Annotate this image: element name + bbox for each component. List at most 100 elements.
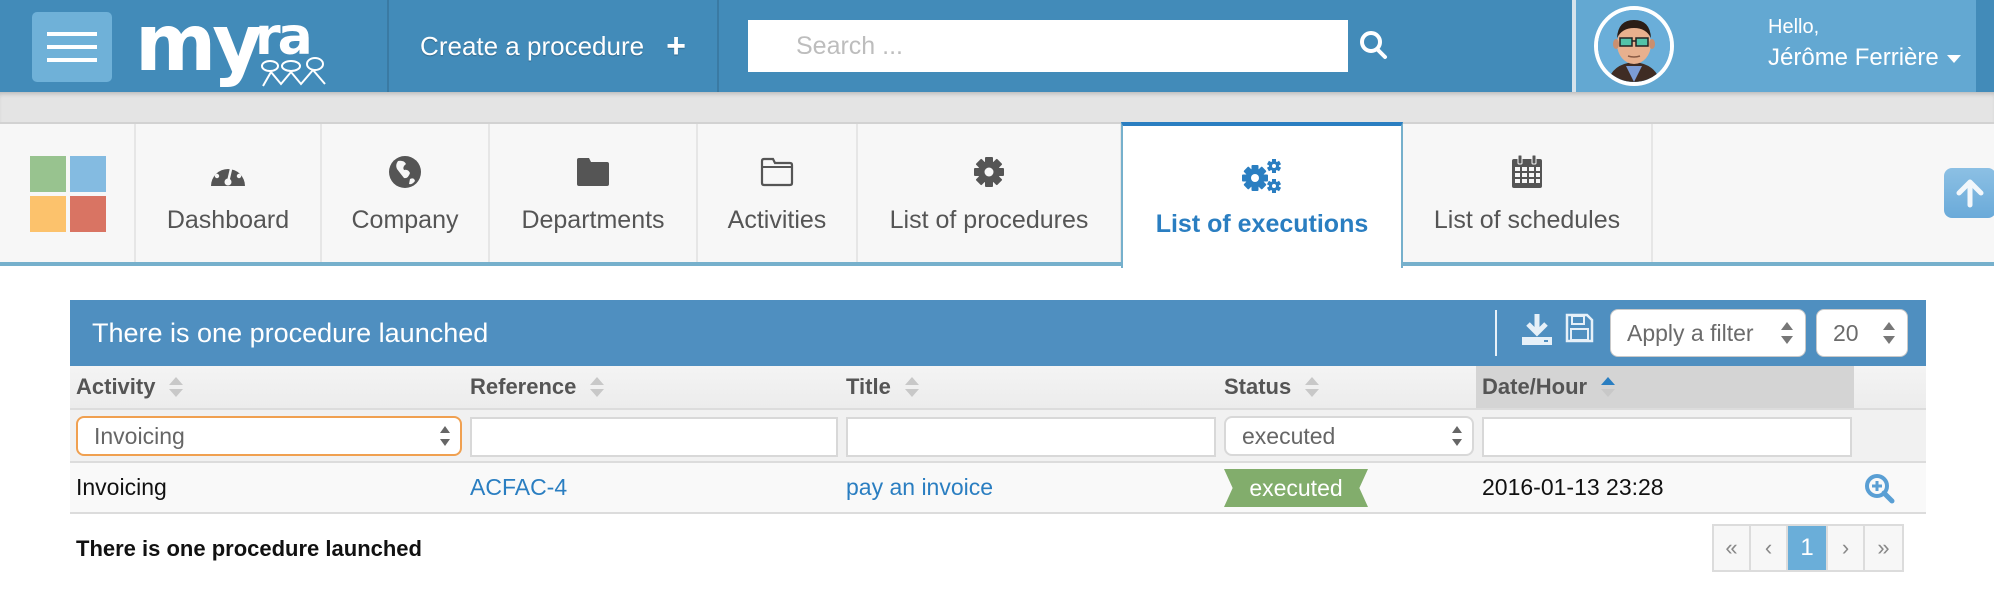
search-button[interactable] [1358, 26, 1390, 64]
search-icon [1360, 31, 1387, 59]
header-spacer [0, 92, 1994, 124]
scroll-to-top-button[interactable] [1944, 168, 1994, 218]
sort-icon [1305, 376, 1320, 398]
column-label: Date/Hour [1482, 374, 1588, 399]
nav-item-label: Company [351, 206, 459, 234]
title-filter-input[interactable] [846, 417, 1216, 457]
apps-grid-square [70, 196, 106, 232]
status-filter-value: executed [1242, 422, 1336, 449]
hamburger-icon-line [47, 58, 97, 62]
status-filter-select[interactable]: executed [1224, 416, 1474, 456]
create-procedure-label: Create a procedure [420, 30, 645, 61]
page-size-value: 20 [1833, 319, 1859, 346]
avatar [1594, 6, 1674, 86]
reference-link[interactable]: ACFAC-4 [464, 463, 567, 512]
apps-grid-icon [30, 156, 106, 232]
view-details-button[interactable] [1864, 473, 1896, 505]
caret-down-icon [1946, 54, 1961, 63]
svg-text:ra: ra [255, 7, 310, 67]
sort-icon [590, 376, 605, 398]
table-footer: There is one procedure launched « ‹ 1 › … [70, 514, 1926, 584]
svg-text:my: my [135, 4, 262, 88]
user-menu[interactable]: Hello, Jérôme Ferrière [1576, 0, 1976, 92]
apply-filter-value: Apply a filter [1627, 319, 1754, 346]
user-name[interactable]: Jérôme Ferrière [1768, 44, 1961, 72]
sort-ascending-icon [1601, 376, 1616, 398]
column-header-title[interactable]: Title [840, 366, 1218, 408]
header-edge [1976, 0, 1994, 92]
apps-menu-tile[interactable] [0, 124, 136, 262]
zoom-in-icon [1865, 474, 1895, 504]
hamburger-icon-line [47, 45, 97, 49]
globe-icon [389, 156, 421, 188]
apps-grid-square [70, 156, 106, 192]
cell-date-hour: 2016-01-13 23:28 [1482, 474, 1664, 500]
header-divider [717, 0, 719, 92]
reference-filter-input[interactable] [470, 417, 838, 457]
apps-grid-square [30, 156, 66, 192]
avatar-image [1598, 10, 1670, 82]
nav-item-label: Activities [727, 206, 827, 234]
last-page-button[interactable]: » [1865, 526, 1902, 570]
nav-item-label: List of executions [1155, 210, 1369, 238]
column-header-date-hour[interactable]: Date/Hour [1476, 366, 1854, 408]
nav-item-list-of-executions[interactable]: List of executions [1121, 122, 1403, 268]
gear-icon [974, 157, 1004, 187]
pagination: « ‹ 1 › » [1712, 524, 1904, 572]
page-button-current[interactable]: 1 [1788, 526, 1828, 570]
save-button[interactable] [1564, 312, 1596, 348]
save-icon [1565, 313, 1594, 343]
search-input[interactable] [748, 20, 1348, 72]
column-header-reference[interactable]: Reference [464, 366, 840, 408]
table-filter-row: Invoicing executed [70, 410, 1926, 463]
result-count-text: There is one procedure launched [76, 536, 422, 561]
table-header-row: Activity Reference Title Status Date/Hou… [70, 366, 1926, 410]
next-page-button[interactable]: › [1828, 526, 1865, 570]
nav-item-label: List of procedures [889, 206, 1089, 234]
nav-item-label: List of schedules [1433, 206, 1621, 234]
column-header-activity[interactable]: Activity [70, 366, 464, 408]
panel-header: There is one procedure launched Apply a … [70, 300, 1926, 366]
column-label: Activity [76, 374, 156, 399]
export-button[interactable] [1520, 312, 1554, 348]
download-icon [1522, 314, 1552, 345]
select-arrows-icon [1781, 322, 1793, 344]
first-page-button[interactable]: « [1714, 526, 1751, 570]
select-arrows-icon [1883, 322, 1895, 344]
sort-icon [904, 376, 919, 398]
nav-item-list-of-procedures[interactable]: List of procedures [858, 124, 1122, 262]
myra-logo[interactable]: my ra [133, 4, 333, 88]
date-filter-input[interactable] [1482, 417, 1852, 457]
calendar-icon [1512, 154, 1542, 188]
select-arrows-icon [440, 426, 450, 446]
nav-item-activities[interactable]: Activities [698, 124, 858, 262]
panel-title: There is one procedure launched [92, 318, 489, 348]
apps-grid-square [30, 196, 66, 232]
column-label: Status [1224, 374, 1292, 399]
menu-button[interactable] [32, 12, 112, 82]
title-link[interactable]: pay an invoice [840, 463, 993, 512]
sort-icon [169, 376, 184, 398]
top-header: my ra Create a procedure + Search ... He… [0, 0, 1994, 92]
main-nav: Dashboard Company Departments Activities [0, 122, 1994, 268]
nav-item-label: Departments [521, 206, 665, 234]
plus-icon: + [666, 27, 686, 65]
activity-filter-select[interactable]: Invoicing [76, 416, 462, 456]
apply-filter-select[interactable]: Apply a filter [1610, 309, 1806, 357]
nav-item-label: Dashboard [166, 206, 290, 234]
table-row: Invoicing ACFAC-4 pay an invoice execute… [70, 463, 1926, 514]
nav-item-departments[interactable]: Departments [490, 124, 698, 262]
executions-panel: There is one procedure launched Apply a … [70, 300, 1926, 584]
column-label: Title [846, 374, 891, 399]
column-header-status[interactable]: Status [1218, 366, 1476, 408]
nav-item-dashboard[interactable]: Dashboard [136, 124, 322, 262]
activity-filter-value: Invoicing [94, 422, 185, 449]
nav-item-company[interactable]: Company [322, 124, 490, 262]
folder-open-icon [760, 157, 794, 187]
gears-icon [1242, 159, 1282, 193]
page-size-select[interactable]: 20 [1816, 309, 1908, 357]
hamburger-icon-line [47, 32, 97, 36]
nav-item-list-of-schedules[interactable]: List of schedules [1403, 124, 1653, 262]
create-procedure-button[interactable]: Create a procedure + [389, 0, 717, 92]
previous-page-button[interactable]: ‹ [1751, 526, 1788, 570]
